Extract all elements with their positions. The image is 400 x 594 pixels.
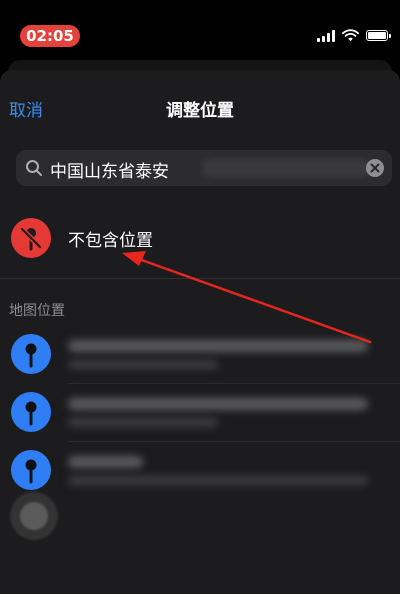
- redacted-location-address: [68, 360, 218, 369]
- clear-icon[interactable]: [366, 159, 384, 177]
- search-icon: [26, 160, 42, 176]
- assistive-touch-button[interactable]: [10, 492, 58, 540]
- status-time: 02:05: [20, 25, 80, 47]
- section-divider: [0, 278, 400, 279]
- map-location-item[interactable]: [0, 384, 400, 442]
- screen: 02:05 取消 调整位置 中国山东省泰安 不包含位置 地图位置: [0, 0, 400, 594]
- no-location-label: 不包含位置: [68, 231, 153, 251]
- status-bar: 02:05: [0, 0, 400, 60]
- redacted-location-address: [68, 476, 368, 485]
- search-input-redacted: [202, 159, 372, 177]
- location-off-icon: [11, 218, 51, 258]
- redacted-location-address: [68, 418, 218, 427]
- page-title: 调整位置: [166, 101, 234, 121]
- nav-bar: 取消 调整位置: [0, 70, 400, 142]
- map-pin-icon: [11, 334, 51, 374]
- battery-icon: [366, 30, 391, 41]
- cellular-signal-icon: [317, 29, 335, 42]
- map-locations-header: 地图位置: [9, 303, 65, 319]
- adjust-location-sheet: 取消 调整位置 中国山东省泰安 不包含位置 地图位置: [0, 70, 400, 594]
- status-icons: [317, 29, 391, 42]
- no-location-option[interactable]: 不包含位置: [0, 210, 400, 266]
- redacted-location-name: [68, 398, 368, 410]
- search-input[interactable]: 中国山东省泰安: [50, 157, 169, 182]
- redacted-location-name: [68, 340, 368, 352]
- map-location-item[interactable]: [0, 326, 400, 384]
- wifi-icon: [342, 29, 359, 42]
- redacted-location-name: [68, 456, 143, 468]
- map-pin-icon: [11, 392, 51, 432]
- map-location-item[interactable]: [0, 442, 400, 500]
- search-field[interactable]: 中国山东省泰安: [16, 150, 392, 186]
- map-pin-icon: [11, 450, 51, 490]
